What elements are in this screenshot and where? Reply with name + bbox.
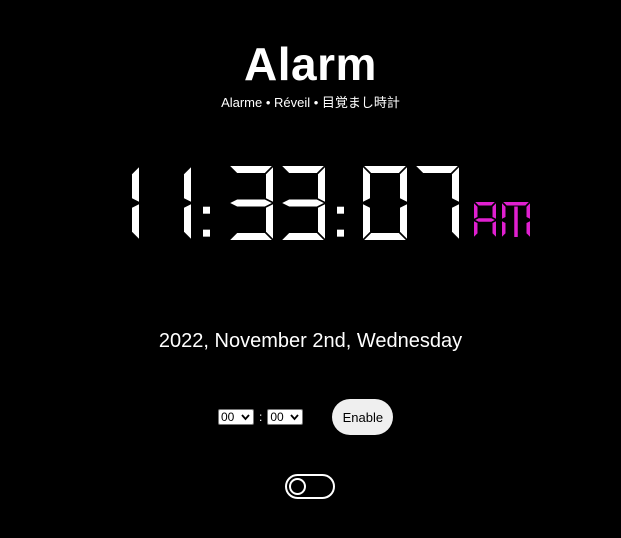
clock-colon-2-dot xyxy=(337,229,344,237)
meridiem-a-segment-g xyxy=(475,218,495,222)
clock-colon-2 xyxy=(337,206,344,237)
meridiem-m-segment-center xyxy=(514,206,518,237)
clock-digit-1-segment-c xyxy=(132,204,139,239)
page-title: Alarm xyxy=(244,38,377,90)
enable-button[interactable]: Enable xyxy=(332,399,394,435)
alarm-controls: 00 : 00 Enable xyxy=(218,399,394,435)
meridiem-m-segment-f xyxy=(502,203,506,219)
clock-digit-1-segment-b xyxy=(132,167,139,202)
clock-digit-3-segment-d xyxy=(230,233,272,240)
clock-digit-3-segment-g xyxy=(230,199,272,207)
minute-select[interactable]: 00 xyxy=(267,409,304,425)
clock-digit-6-segment-b xyxy=(452,167,459,202)
chevron-down-icon xyxy=(290,414,300,421)
clock-digit-4-segment-b xyxy=(318,167,325,202)
meridiem-m-segment-b xyxy=(526,203,530,219)
meridiem-m-segment-e xyxy=(502,221,506,237)
clock-digit-5-segment-b xyxy=(400,167,407,202)
clock-digit-3-segment-b xyxy=(266,167,273,202)
clock-digit-3 xyxy=(230,166,273,240)
clock-digit-5-segment-e xyxy=(363,204,370,239)
clock-digit-6-segment-c xyxy=(452,204,459,239)
clock-digit-1 xyxy=(132,167,139,239)
hour-select[interactable]: 00 xyxy=(218,409,254,425)
clock-digit-5-segment-c xyxy=(400,204,407,239)
minute-select-value: 00 xyxy=(270,410,284,424)
clock-display xyxy=(132,166,530,240)
clock-digit-6 xyxy=(416,166,459,239)
meridiem-m-segment-a xyxy=(503,202,529,206)
clock-digit-3-segment-c xyxy=(266,204,273,239)
alarm-page: Alarm Alarme • Réveil • 目覚まし時計 2022, Nov… xyxy=(0,0,621,538)
hour-select-value: 00 xyxy=(221,410,235,424)
clock-colon-1-dot xyxy=(203,206,210,214)
page-subtitle: Alarme • Réveil • 目覚まし時計 xyxy=(221,95,400,110)
clock-digit-4-segment-a xyxy=(282,166,324,173)
meridiem-m-segment-c xyxy=(526,221,530,237)
meridiem-a-segment-e xyxy=(474,221,478,237)
clock-colon-1-dot xyxy=(203,229,210,237)
meridiem-a-segment-b xyxy=(492,203,496,219)
toggle-knob xyxy=(289,478,306,495)
clock-colon-1 xyxy=(203,206,210,237)
clock-digit-2 xyxy=(184,167,191,239)
clock-digit-3-segment-a xyxy=(230,166,272,173)
meridiem-a-segment-a xyxy=(475,202,495,206)
clock-digit-6-segment-a xyxy=(416,166,458,173)
alarm-toggle[interactable] xyxy=(285,474,335,499)
clock-digit-4 xyxy=(282,166,325,240)
clock-digit-4-segment-d xyxy=(282,233,324,240)
meridiem-a-segment-f xyxy=(474,203,478,219)
meridiem-indicator xyxy=(474,202,530,237)
chevron-down-icon xyxy=(241,414,250,421)
clock-digit-2-segment-b xyxy=(184,167,191,202)
clock-digit-5-segment-f xyxy=(363,167,370,202)
current-date: 2022, November 2nd, Wednesday xyxy=(158,330,463,352)
clock-digit-4-segment-g xyxy=(282,199,324,207)
clock-digit-2-segment-c xyxy=(184,204,191,239)
clock-digit-5 xyxy=(363,166,407,240)
clock-digit-5-segment-a xyxy=(364,166,406,173)
time-separator: : xyxy=(259,410,263,424)
meridiem-a-segment-c xyxy=(492,221,496,237)
clock-digit-5-segment-d xyxy=(364,233,406,240)
digital-clock xyxy=(93,160,553,250)
clock-colon-2-dot xyxy=(337,206,344,214)
clock-digit-4-segment-c xyxy=(318,204,325,239)
